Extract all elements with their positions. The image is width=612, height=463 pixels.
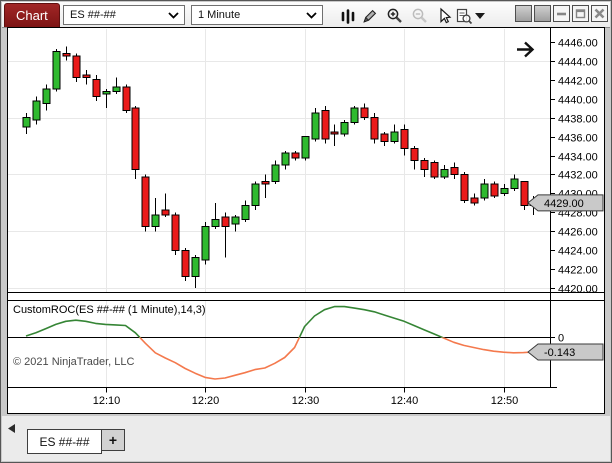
close-button[interactable] — [591, 5, 608, 22]
add-tab-button[interactable]: + — [101, 429, 125, 451]
chevron-down-icon — [306, 12, 317, 19]
svg-text:4420.00: 4420.00 — [558, 284, 598, 296]
copyright-text: © 2021 NinjaTrader, LLC — [13, 356, 134, 368]
svg-text:12:20: 12:20 — [192, 395, 220, 407]
close-icon — [592, 6, 607, 21]
interval-link-button[interactable] — [534, 5, 551, 22]
svg-text:12:30: 12:30 — [292, 395, 320, 407]
drawing-tools-button[interactable] — [360, 6, 380, 26]
scroll-right-arrow-icon[interactable] — [517, 43, 533, 57]
svg-text:4422.00: 4422.00 — [558, 265, 598, 277]
window-title-label: Chart — [16, 8, 48, 23]
svg-text:4444.00: 4444.00 — [558, 57, 598, 69]
indicator-label: CustomROC(ES ##-## (1 Minute),14,3) — [13, 304, 206, 316]
chart-report-icon — [455, 7, 473, 25]
svg-text:4426.00: 4426.00 — [558, 227, 598, 239]
zoom-out-button[interactable] — [410, 6, 430, 26]
svg-text:4436.00: 4436.00 — [558, 133, 598, 145]
svg-text:4429.00: 4429.00 — [544, 198, 584, 210]
left-arrow-icon — [8, 424, 16, 433]
chart-report-button[interactable] — [454, 6, 474, 26]
tab-scroll-left-button[interactable] — [8, 420, 18, 430]
tab-es-label: ES ##-## — [39, 435, 89, 449]
bar-chart-icon — [339, 7, 357, 25]
chart-window: Chart ES ##-## 1 Minute — [0, 0, 612, 463]
svg-text:4446.00: 4446.00 — [558, 38, 598, 50]
minimize-button[interactable] — [553, 5, 570, 22]
cursor-button[interactable] — [434, 6, 454, 26]
svg-text:4424.00: 4424.00 — [558, 246, 598, 258]
svg-text:0: 0 — [558, 333, 564, 345]
svg-text:12:10: 12:10 — [93, 395, 121, 407]
svg-text:12:50: 12:50 — [491, 395, 519, 407]
instrument-dropdown[interactable]: ES ##-## — [63, 5, 185, 25]
indicator-value-tag: -0.143 — [528, 344, 603, 360]
interval-dropdown[interactable]: 1 Minute — [191, 5, 323, 25]
svg-text:4438.00: 4438.00 — [558, 114, 598, 126]
cursor-icon — [435, 7, 453, 25]
svg-text:4434.00: 4434.00 — [558, 152, 598, 164]
svg-text:4440.00: 4440.00 — [558, 95, 598, 107]
restore-icon — [573, 6, 588, 21]
window-title-tab[interactable]: Chart — [4, 3, 60, 27]
svg-text:12:40: 12:40 — [391, 395, 419, 407]
chevron-down-icon — [168, 12, 179, 19]
add-tab-icon: + — [109, 432, 117, 448]
restore-button[interactable] — [572, 5, 589, 22]
zoom-in-icon — [386, 7, 404, 25]
chart-area: 4446.00 4444.00 4442.00 4440.00 4438.00 4436.… — [7, 27, 605, 414]
tab-strip: ES ##-## + — [2, 416, 610, 461]
minimize-icon — [554, 6, 569, 21]
interval-value: 1 Minute — [198, 9, 240, 21]
report-dropdown-button[interactable] — [474, 6, 486, 26]
instrument-value: ES ##-## — [70, 9, 116, 21]
pencil-icon — [361, 7, 379, 25]
svg-text:4442.00: 4442.00 — [558, 76, 598, 88]
caret-down-icon — [475, 13, 485, 19]
svg-text:-0.143: -0.143 — [544, 347, 575, 359]
svg-text:4432.00: 4432.00 — [558, 170, 598, 182]
instrument-link-button[interactable] — [515, 5, 532, 22]
tab-es[interactable]: ES ##-## — [27, 429, 102, 454]
chart-style-button[interactable] — [338, 6, 358, 26]
zoom-out-icon — [411, 7, 429, 25]
zoom-in-button[interactable] — [385, 6, 405, 26]
roc-line-negative — [26, 307, 534, 379]
title-bar: Chart ES ##-## 1 Minute — [2, 2, 610, 28]
last-price-tag: 4429.00 — [528, 195, 603, 211]
